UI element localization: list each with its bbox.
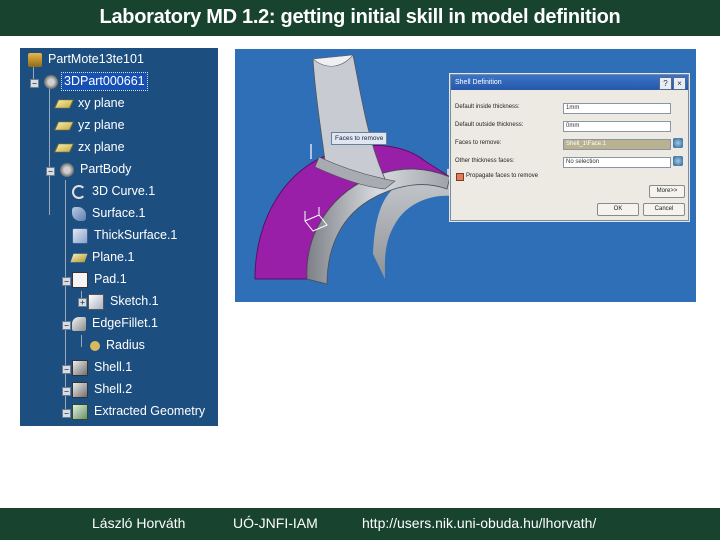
collapse-toggle-icon[interactable]: − — [62, 409, 71, 418]
tree-item-radius[interactable]: Radius — [88, 336, 147, 355]
ok-button[interactable]: OK — [597, 203, 639, 216]
cancel-button[interactable]: Cancel — [643, 203, 685, 216]
footer-author: László Horváth — [92, 515, 186, 531]
faces-to-remove-tooltip: Faces to remove — [331, 132, 388, 145]
pad-icon — [72, 271, 88, 288]
radius-icon — [90, 340, 100, 351]
tree-item-pad[interactable]: Pad.1 — [72, 270, 129, 289]
shell-icon — [72, 381, 88, 398]
plane-icon — [53, 99, 75, 108]
gear-icon — [44, 74, 58, 89]
tree-item-label: yz plane — [78, 118, 125, 132]
collapse-toggle-icon[interactable]: − — [62, 365, 71, 374]
collapse-toggle-icon[interactable]: − — [62, 277, 71, 286]
tree-item-label: xy plane — [78, 96, 125, 110]
tree-item-label: ThickSurface.1 — [94, 228, 178, 242]
plane-icon — [53, 121, 75, 130]
slide-title: Laboratory MD 1.2: getting initial skill… — [99, 6, 621, 28]
tree-item-xy-plane[interactable]: xy plane — [53, 94, 127, 113]
more-button[interactable]: More>> — [649, 185, 685, 198]
tree-item-label: Surface.1 — [92, 206, 146, 220]
thick-surface-icon — [72, 227, 88, 244]
collapse-toggle-icon[interactable]: − — [62, 387, 71, 396]
curve-icon — [72, 184, 86, 199]
face-list-icon[interactable] — [673, 138, 683, 148]
propagate-label: Propagate faces to remove — [466, 173, 539, 179]
tree-item-thick-surface[interactable]: ThickSurface.1 — [72, 226, 179, 245]
tree-item-plane-1[interactable]: Plane.1 — [70, 248, 136, 267]
3d-viewport[interactable]: Faces to remove Shell Definition ? × Def… — [235, 49, 696, 302]
tree-item-part-file[interactable]: PartMote13te101 — [28, 50, 146, 69]
tree-item-shell-1[interactable]: Shell.1 — [72, 358, 134, 377]
plane-feature-icon — [70, 253, 88, 262]
tree-item-extracted-geometry[interactable]: Extracted Geometry — [72, 402, 207, 421]
tree-item-yz-plane[interactable]: yz plane — [53, 116, 127, 135]
dialog-title: Shell Definition — [455, 79, 502, 86]
collapse-toggle-icon[interactable]: − — [46, 167, 55, 176]
specification-tree: PartMote13te101 − 3DPart000661 xy plane … — [20, 48, 218, 426]
other-thickness-field[interactable]: No selection — [563, 157, 671, 168]
tree-item-label: Shell.2 — [94, 382, 133, 396]
collapse-toggle-icon[interactable]: − — [30, 79, 39, 88]
face-list-icon[interactable] — [673, 156, 683, 166]
tree-item-label: Sketch.1 — [110, 294, 159, 308]
tree-item-shell-2[interactable]: Shell.2 — [72, 380, 134, 399]
other-thickness-label: Other thickness faces: — [455, 158, 515, 164]
fillet-icon — [72, 316, 86, 331]
slide-title-bar: Laboratory MD 1.2: getting initial skill… — [0, 0, 720, 36]
extract-icon — [72, 403, 88, 420]
tree-item-zx-plane[interactable]: zx plane — [53, 138, 127, 157]
footer-url[interactable]: http://users.nik.uni-obuda.hu/lhorvath/ — [362, 515, 596, 531]
tree-item-partbody[interactable]: PartBody — [60, 160, 133, 179]
tree-item-label: EdgeFillet.1 — [92, 316, 159, 330]
footer-institute: UÓ-JNFI-IAM — [233, 515, 318, 531]
tree-item-edge-fillet[interactable]: EdgeFillet.1 — [72, 314, 160, 333]
tree-item-label: Pad.1 — [94, 272, 127, 286]
plane-icon — [53, 143, 75, 152]
tree-item-label: PartMote13te101 — [48, 52, 144, 66]
tree-item-label: 3D Curve.1 — [92, 184, 156, 198]
gear-icon — [60, 162, 74, 177]
outside-thickness-label: Default outside thickness: — [455, 122, 524, 128]
faces-to-remove-field[interactable]: Shell_1\Face.1 — [563, 139, 671, 150]
tree-item-label: Plane.1 — [92, 250, 135, 264]
inside-thickness-input[interactable]: 1mm — [563, 103, 671, 114]
slide-footer: László Horváth UÓ-JNFI-IAM http://users.… — [0, 508, 720, 540]
surface-icon — [72, 206, 86, 221]
close-button[interactable]: × — [673, 77, 686, 90]
tree-item-label: zx plane — [78, 140, 125, 154]
shell-icon — [72, 359, 88, 376]
outside-thickness-input[interactable]: 0mm — [563, 121, 671, 132]
tree-item-3d-curve[interactable]: 3D Curve.1 — [72, 182, 157, 201]
tree-item-label: Extracted Geometry — [94, 404, 206, 418]
tree-item-label: PartBody — [80, 162, 132, 176]
tree-item-label: Radius — [106, 338, 145, 352]
tree-item-3dpart[interactable]: 3DPart000661 — [44, 72, 148, 91]
tree-item-sketch[interactable]: Sketch.1 — [88, 292, 161, 311]
inside-thickness-label: Default inside thickness: — [455, 104, 520, 110]
dialog-title-bar: Shell Definition ? × — [451, 75, 688, 90]
tree-item-surface[interactable]: Surface.1 — [72, 204, 148, 223]
tree-item-label: 3DPart000661 — [61, 72, 148, 91]
expand-toggle-icon[interactable]: + — [78, 298, 87, 307]
help-button[interactable]: ? — [659, 77, 672, 90]
part-file-icon — [28, 52, 42, 67]
faces-to-remove-label: Faces to remove: — [455, 140, 502, 146]
propagate-checkbox[interactable] — [456, 173, 464, 181]
tree-item-label: Shell.1 — [94, 360, 133, 374]
collapse-toggle-icon[interactable]: − — [62, 321, 71, 330]
sketch-icon — [88, 293, 104, 310]
shell-definition-dialog: Shell Definition ? × Default inside thic… — [450, 74, 689, 221]
